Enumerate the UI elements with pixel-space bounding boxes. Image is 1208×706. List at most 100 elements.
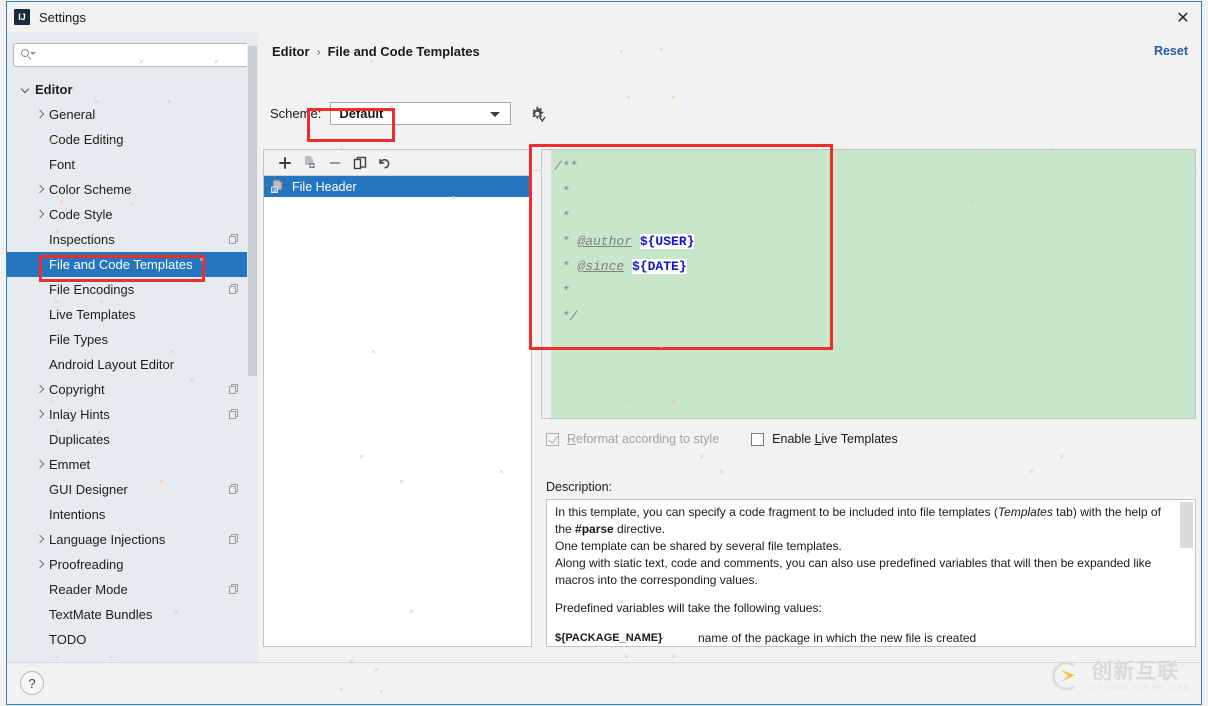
desc-p1-c: directive. (613, 522, 666, 536)
reformat-checkbox[interactable] (546, 432, 559, 446)
add-button[interactable] (272, 152, 297, 174)
sidebar-item-label: Inspections (49, 232, 115, 247)
scheme-label: Scheme: (270, 106, 322, 121)
sidebar-item-gui-designer[interactable]: GUI Designer (7, 477, 258, 502)
editor-line: /** (554, 154, 1195, 179)
comment-text: */ (554, 309, 578, 324)
desc-p1-em: Templates (997, 505, 1053, 519)
description-panel: In this template, you can specify a code… (546, 499, 1196, 647)
sidebar-item-inspections[interactable]: Inspections (7, 227, 258, 252)
gear-icon[interactable] (528, 105, 546, 123)
sidebar-item-copyright[interactable]: Copyright (7, 377, 258, 402)
sidebar-item-code-style[interactable]: Code Style (7, 202, 258, 227)
sidebar-item-label: Duplicates (49, 432, 110, 447)
chevron-right-icon[interactable] (35, 409, 46, 420)
sidebar-item-label: Code Editing (49, 132, 124, 147)
search-input[interactable] (38, 44, 232, 66)
chevron-right-icon: › (316, 44, 321, 59)
sidebar-item-language-injections[interactable]: Language Injections (7, 527, 258, 552)
copy-template-button[interactable] (297, 152, 322, 174)
chevron-right-icon[interactable] (35, 534, 46, 545)
sidebar-item-textmate-bundles[interactable]: TextMate Bundles (7, 602, 258, 627)
sidebar-item-label: File Types (49, 332, 109, 347)
chevron-right-icon[interactable] (35, 384, 46, 395)
sidebar-item-label: TextMate Bundles (49, 607, 153, 622)
sidebar-item-reader-mode[interactable]: Reader Mode (7, 577, 258, 602)
editor-code[interactable]: /** * * * @author ${USER} * @since ${DAT… (554, 154, 1195, 418)
sidebar-scrollbar-thumb[interactable] (248, 46, 257, 376)
copy-settings-icon (229, 384, 240, 395)
remove-button[interactable] (322, 152, 347, 174)
reset-link[interactable]: Reset (1154, 44, 1188, 58)
dialog-footer: ? (7, 662, 1201, 704)
search-box[interactable] (13, 43, 250, 67)
list-item[interactable]: File Header (264, 176, 531, 197)
sidebar-item-live-templates[interactable]: Live Templates (7, 302, 258, 327)
breadcrumb-current: File and Code Templates (327, 44, 480, 59)
sidebar-item-file-encodings[interactable]: File Encodings (7, 277, 258, 302)
sidebar-item-android-layout-editor[interactable]: Android Layout Editor (7, 352, 258, 377)
comment-text: * (554, 209, 570, 224)
sidebar-item-label: Inlay Hints (49, 407, 110, 422)
help-icon[interactable]: ? (20, 671, 44, 695)
predefined-variables-table: ${PACKAGE_NAME} name of the package in wh… (555, 628, 1175, 646)
sidebar-item-file-and-code-templates[interactable]: File and Code Templates (7, 252, 258, 277)
chevron-right-icon[interactable] (35, 109, 46, 120)
variable-description: name of the package in which the new fil… (698, 631, 977, 645)
duplicate-button[interactable] (347, 152, 372, 174)
settings-sidebar: Editor General Code Editing Font Color Schem… (7, 32, 258, 662)
sidebar-item-file-types[interactable]: File Types (7, 327, 258, 352)
sidebar-item-proofreading[interactable]: Proofreading (7, 552, 258, 577)
sidebar-item-font[interactable]: Font (7, 152, 258, 177)
sidebar-item-label: GUI Designer (49, 482, 128, 497)
breadcrumb-parent[interactable]: Editor (272, 44, 310, 59)
sidebar-item-label: Android Layout Editor (49, 357, 175, 372)
sidebar-item-emmet[interactable]: Emmet (7, 452, 258, 477)
scheme-select[interactable]: Default (330, 102, 512, 125)
reformat-label: Reformat according to style (567, 432, 719, 446)
sidebar-item-intentions[interactable]: Intentions (7, 502, 258, 527)
live-templates-checkbox[interactable] (751, 432, 765, 446)
search-icon (21, 48, 36, 62)
live-templates-mnemonic: L (814, 432, 822, 446)
sidebar-item-code-editing[interactable]: Code Editing (7, 127, 258, 152)
chevron-right-icon[interactable] (35, 559, 46, 570)
sidebar-item-editor[interactable]: Editor (7, 77, 258, 102)
list-item-label: File Header (292, 179, 357, 194)
sidebar-item-duplicates[interactable]: Duplicates (7, 427, 258, 452)
sidebar-item-label: Color Scheme (49, 182, 132, 197)
sidebar-scrollbar[interactable] (247, 32, 258, 662)
description-scrollbar-thumb[interactable] (1180, 502, 1193, 548)
chevron-down-icon (490, 112, 501, 117)
sidebar-item-todo[interactable]: TODO (7, 627, 258, 652)
window-title: Settings (39, 9, 86, 25)
undo-button[interactable] (372, 152, 397, 174)
template-list: File Header (264, 176, 531, 197)
description-scrollbar[interactable] (1180, 501, 1194, 645)
copy-settings-icon (229, 534, 240, 545)
chevron-right-icon[interactable] (35, 184, 46, 195)
sidebar-item-inlay-hints[interactable]: Inlay Hints (7, 402, 258, 427)
live-templates-label-pre: Enable (772, 432, 815, 446)
sidebar-item-label: File and Code Templates (49, 257, 193, 272)
comment-text: * (554, 184, 570, 199)
template-list-panel: File Header (263, 149, 532, 647)
editor-line: */ (554, 304, 1195, 329)
template-editor[interactable]: /** * * * @author ${USER} * @since ${DAT… (541, 149, 1196, 419)
watermark-text: 创新互联 CHUANG XIN HU LIAN (1091, 660, 1190, 692)
chevron-right-icon[interactable] (35, 209, 46, 220)
live-templates-label: Enable Live Templates (772, 432, 898, 446)
close-icon[interactable]: ✕ (1170, 8, 1196, 30)
chevron-down-icon[interactable] (21, 84, 32, 95)
copy-settings-icon (229, 284, 240, 295)
chuangxin-logo-icon (1048, 658, 1084, 694)
sidebar-item-color-scheme[interactable]: Color Scheme (7, 177, 258, 202)
sidebar-item-general[interactable]: General (7, 102, 258, 127)
comment-text: * (554, 234, 578, 249)
chevron-right-icon[interactable] (35, 459, 46, 470)
